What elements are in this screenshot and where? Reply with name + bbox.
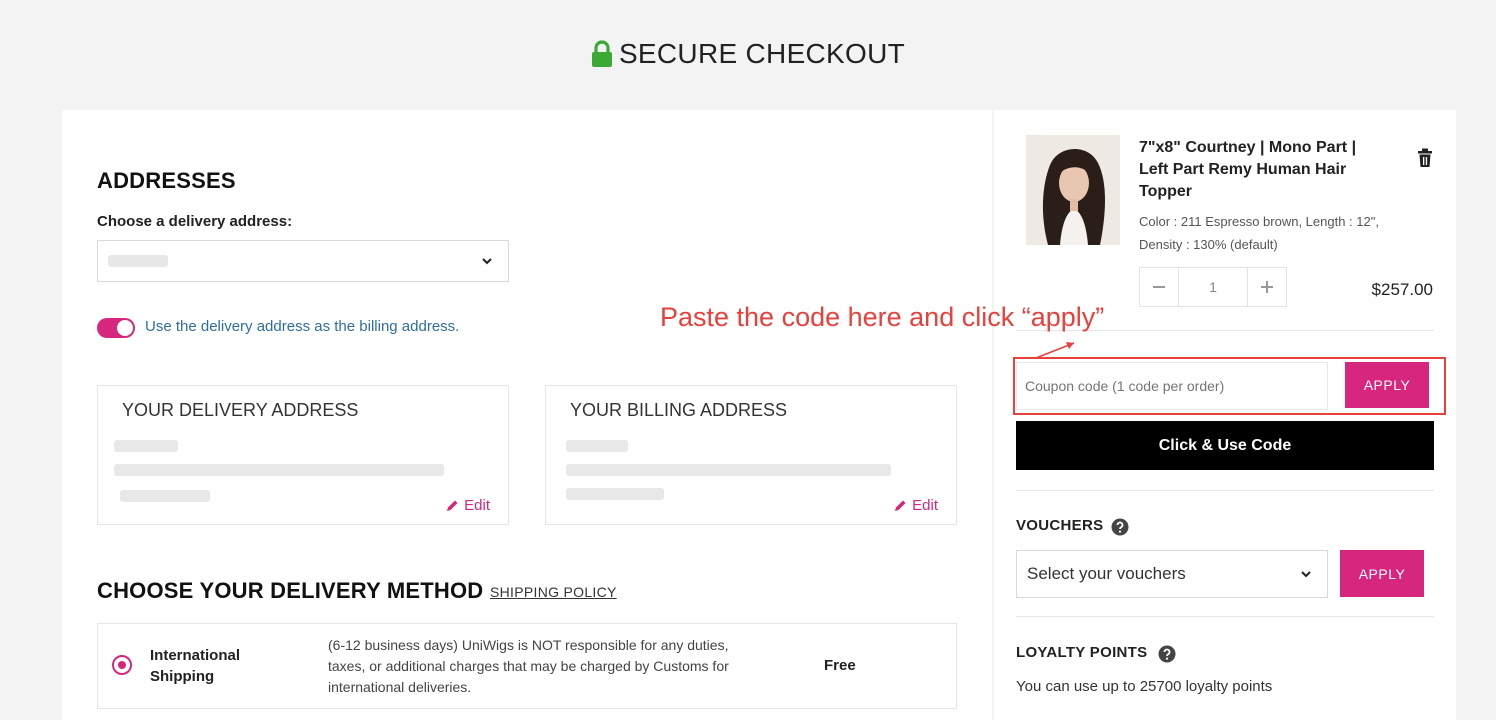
divider	[1016, 616, 1434, 617]
minus-icon	[1153, 286, 1165, 288]
product-name[interactable]: 7"x8" Courtney | Mono Part | Left Part R…	[1139, 137, 1409, 203]
edit-label: Edit	[464, 497, 490, 514]
edit-label: Edit	[912, 497, 938, 514]
help-icon[interactable]	[1158, 645, 1176, 663]
shipping-option-price: Free	[824, 657, 856, 674]
chevron-down-icon	[1301, 571, 1311, 578]
address-line-redacted	[114, 464, 444, 476]
addresses-title: ADDRESSES	[97, 168, 236, 193]
checkout-header: SECURE CHECKOUT	[0, 38, 1496, 82]
billing-address-card: YOUR BILLING ADDRESS Edit	[545, 385, 957, 525]
vouchers-label: VOUCHERS	[1016, 517, 1104, 534]
lock-icon	[591, 40, 612, 67]
divider	[1016, 490, 1434, 491]
shipping-option-row[interactable]: International Shipping (6-12 business da…	[97, 623, 957, 709]
edit-billing-address-link[interactable]: Edit	[894, 497, 938, 514]
product-price: $257.00	[1371, 280, 1433, 299]
address-line-redacted	[114, 440, 178, 452]
delivery-address-title: YOUR DELIVERY ADDRESS	[122, 400, 359, 420]
annotation-text: Paste the code here and click “apply”	[660, 302, 1105, 332]
delivery-method-title: CHOOSE YOUR DELIVERY METHOD	[97, 578, 484, 603]
pencil-icon	[447, 500, 458, 511]
shipping-policy-link[interactable]: SHIPPING POLICY	[490, 584, 617, 600]
decrease-quantity-button[interactable]	[1139, 267, 1179, 307]
trash-icon[interactable]	[1416, 148, 1434, 168]
shipping-option-description: (6-12 business days) UniWigs is NOT resp…	[328, 637, 729, 695]
product-photo	[1026, 135, 1120, 245]
page-title: SECURE CHECKOUT	[618, 38, 906, 69]
annotation-highlight-box	[1013, 357, 1446, 415]
edit-delivery-address-link[interactable]: Edit	[446, 497, 490, 514]
loyalty-points-text: You can use up to 25700 loyalty points	[1016, 678, 1273, 695]
pencil-icon	[895, 500, 906, 511]
plus-icon	[1261, 281, 1273, 293]
product-options: Color : 211 Espresso brown, Length : 12"…	[1139, 214, 1379, 252]
billing-address-title: YOUR BILLING ADDRESS	[570, 400, 788, 420]
address-line-redacted	[120, 490, 210, 502]
chevron-down-icon	[482, 258, 492, 265]
quantity-input[interactable]: 1	[1179, 267, 1247, 307]
address-line-redacted	[566, 464, 891, 476]
shipping-option-radio[interactable]	[112, 655, 132, 675]
delivery-address-select[interactable]	[97, 240, 509, 282]
billing-same-label: Use the delivery address as the billing …	[145, 318, 460, 335]
help-icon[interactable]	[1111, 518, 1129, 536]
shipping-option-name: International Shipping	[150, 647, 241, 685]
click-use-code-button[interactable]: Click & Use Code	[1016, 421, 1434, 470]
quantity-stepper: 1	[1139, 267, 1287, 307]
billing-same-toggle[interactable]	[97, 318, 135, 338]
address-line-redacted	[566, 440, 628, 452]
product-thumbnail[interactable]	[1026, 135, 1120, 245]
apply-voucher-button[interactable]: APPLY	[1340, 550, 1424, 597]
increase-quantity-button[interactable]	[1247, 267, 1287, 307]
address-line-redacted	[566, 488, 664, 500]
selected-address-value	[108, 255, 168, 267]
vouchers-select-value: Select your vouchers	[1027, 564, 1186, 583]
delivery-address-label: Choose a delivery address:	[97, 213, 293, 230]
loyalty-points-label: LOYALTY POINTS	[1016, 644, 1148, 661]
vouchers-select[interactable]: Select your vouchers	[1016, 550, 1328, 598]
delivery-address-card: YOUR DELIVERY ADDRESS Edit	[97, 385, 509, 525]
